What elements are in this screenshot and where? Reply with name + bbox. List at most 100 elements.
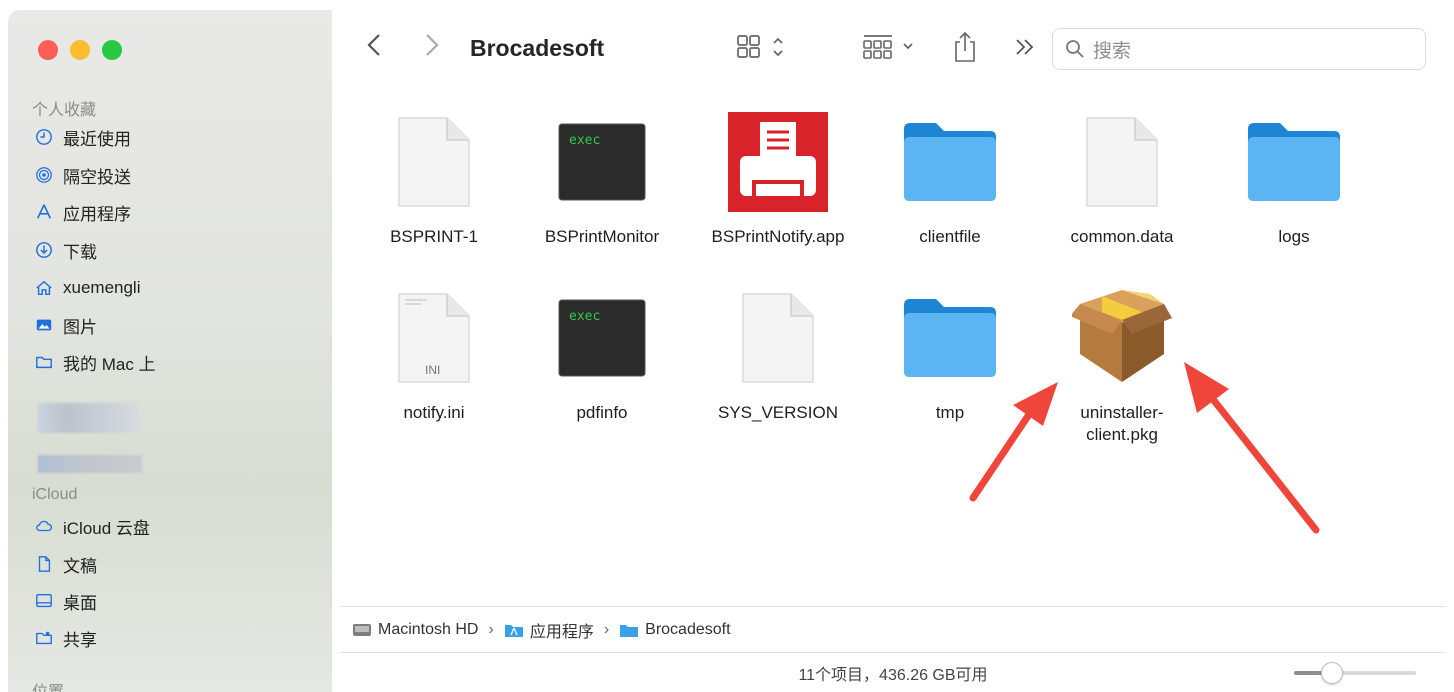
sidebar-item-label: 最近使用 <box>63 129 131 149</box>
cloud-icon <box>34 516 54 536</box>
sidebar-item-label: 桌面 <box>63 593 97 613</box>
sidebar-item-label: 隔空投送 <box>63 167 131 187</box>
clock-icon <box>34 127 54 147</box>
icon-size-slider[interactable] <box>1294 662 1416 684</box>
sidebar-item-label: 应用程序 <box>63 204 131 224</box>
file-name: logs <box>1278 227 1310 246</box>
file-name: notify.ini <box>403 403 465 422</box>
locations-header: 位置 <box>32 678 64 692</box>
folder-icon <box>870 288 1030 388</box>
file-name: clientfile <box>919 227 981 246</box>
share-button[interactable] <box>952 30 978 69</box>
hard-drive-icon <box>353 623 371 636</box>
file-name: BSPRINT-1 <box>390 227 478 246</box>
package-icon <box>1042 288 1202 388</box>
chevron-left-icon <box>367 34 380 56</box>
sidebar-item-documents[interactable]: 文稿 <box>34 551 97 577</box>
search-field[interactable]: 搜索 <box>1052 28 1426 70</box>
close-button[interactable] <box>38 40 58 60</box>
sidebar-item-label: 图片 <box>63 317 97 337</box>
sidebar-item-icloud-drive[interactable]: iCloud 云盘 <box>34 513 150 539</box>
file-item[interactable]: logs <box>1214 112 1374 248</box>
back-button[interactable] <box>366 32 382 64</box>
path-item[interactable]: Macintosh HD <box>378 621 478 639</box>
share-icon <box>955 31 975 62</box>
minimize-button[interactable] <box>70 40 90 60</box>
file-grid: BSPRINT-1 exec BSPrintMonitor BSPrintNot… <box>340 100 1440 600</box>
file-item[interactable]: BSPrintNotify.app <box>698 112 858 248</box>
sidebar-item-shared[interactable]: 共享 <box>34 625 97 651</box>
file-item[interactable]: tmp <box>870 288 1030 424</box>
folder-icon <box>620 624 639 637</box>
group-button[interactable] <box>862 30 922 69</box>
sidebar-item-pictures[interactable]: 图片 <box>34 312 97 338</box>
blurred-sidebar-item <box>38 455 142 473</box>
chevron-right-icon: › <box>603 620 610 638</box>
forward-button[interactable] <box>424 32 440 64</box>
exec-label: exec <box>569 309 600 324</box>
sidebar-item-desktop[interactable]: 桌面 <box>34 588 97 614</box>
sidebar-item-downloads[interactable]: 下载 <box>34 237 97 263</box>
sidebar-item-label: 我的 Mac 上 <box>63 354 156 374</box>
file-item[interactable]: SYS_VERSION <box>698 288 858 424</box>
toolbar: Brocadesoft 搜索 <box>340 20 1440 80</box>
search-icon <box>1066 40 1084 58</box>
file-item[interactable]: clientfile <box>870 112 1030 248</box>
download-icon <box>34 240 54 260</box>
airdrop-icon <box>34 165 54 185</box>
file-item[interactable]: exec BSPrintMonitor <box>522 112 682 248</box>
document-icon <box>1042 112 1202 212</box>
window-title: Brocadesoft <box>470 35 605 61</box>
icloud-header: iCloud <box>32 486 78 503</box>
ini-document-icon: INI <box>354 288 514 388</box>
file-name: pdfinfo <box>576 403 628 422</box>
file-name: common.data <box>1070 227 1174 246</box>
shared-folder-icon <box>34 628 54 648</box>
path-item[interactable]: 应用程序 <box>530 618 594 642</box>
sidebar-item-label: 下载 <box>63 242 97 262</box>
status-bar: 11个项目，436.26 GB可用 <box>340 652 1446 692</box>
sidebar-item-recents[interactable]: 最近使用 <box>34 124 131 150</box>
file-name: uninstaller- client.pkg <box>1080 403 1164 444</box>
sidebar-item-applications[interactable]: 应用程序 <box>34 199 131 225</box>
more-toolbar-button[interactable] <box>1014 36 1036 63</box>
finder-window: 个人收藏 最近使用 隔空投送 应用程序 下载 xuemengli 图片 我的 M… <box>0 0 1454 692</box>
sidebar-item-label: 文稿 <box>63 556 97 576</box>
exec-icon: exec <box>522 112 682 212</box>
file-name: tmp <box>935 403 965 422</box>
file-item[interactable]: exec pdfinfo <box>522 288 682 424</box>
file-item[interactable]: INI notify.ini <box>354 288 514 424</box>
window-controls <box>38 40 122 60</box>
file-item[interactable]: BSPRINT-1 <box>354 112 514 248</box>
folder-icon <box>1214 112 1374 212</box>
path-item[interactable]: Brocadesoft <box>645 621 730 639</box>
search-placeholder: 搜索 <box>1093 40 1132 62</box>
exec-icon: exec <box>522 288 682 388</box>
sidebar-item-home[interactable]: xuemengli <box>34 275 141 301</box>
applications-folder-icon <box>504 624 523 637</box>
document-icon <box>34 554 54 574</box>
document-icon <box>698 288 858 388</box>
chevron-right-icon: › <box>488 620 494 638</box>
path-bar: Macintosh HD › 应用程序 › Brocadesoft <box>340 606 1446 652</box>
sidebar-item-on-my-mac[interactable]: 我的 Mac 上 <box>34 349 156 375</box>
slider-knob[interactable] <box>1321 662 1343 684</box>
blurred-sidebar-item <box>38 403 138 433</box>
file-item[interactable]: common.data <box>1042 112 1202 248</box>
file-name: BSPrintNotify.app <box>711 227 845 246</box>
home-icon <box>34 278 54 298</box>
file-name: BSPrintMonitor <box>544 227 660 246</box>
exec-label: exec <box>569 133 600 148</box>
printer-app-icon <box>698 112 858 212</box>
desktop-icon <box>34 591 54 611</box>
sidebar-item-airdrop[interactable]: 隔空投送 <box>34 162 131 188</box>
sidebar: 个人收藏 最近使用 隔空投送 应用程序 下载 xuemengli 图片 我的 M… <box>8 10 332 692</box>
sidebar-item-label: iCloud 云盘 <box>63 518 150 538</box>
file-item[interactable]: uninstaller- client.pkg <box>1042 288 1202 446</box>
applications-icon <box>34 202 54 222</box>
icon-view-icon <box>737 35 783 58</box>
zoom-button[interactable] <box>102 40 122 60</box>
view-mode-button[interactable] <box>736 30 794 69</box>
favorites-header: 个人收藏 <box>32 102 97 119</box>
document-icon <box>354 112 514 212</box>
